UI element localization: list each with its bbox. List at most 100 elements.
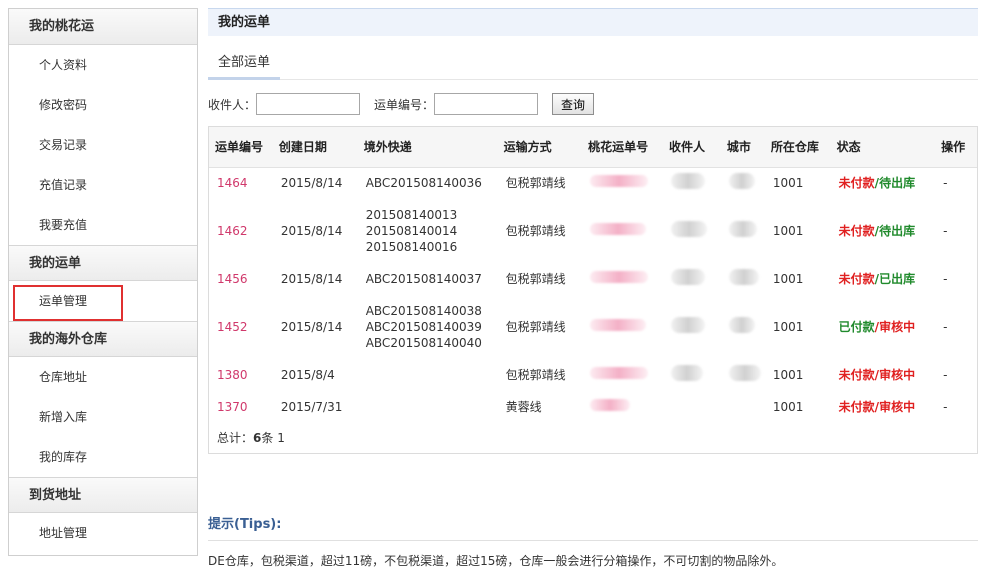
divider [208,540,978,541]
action: - [943,400,948,414]
table-header-row: 运单编号 创建日期 境外快递 运输方式 桃花运单号 收件人 城市 所在仓库 状态… [209,127,977,168]
taohua-order-no-redacted [582,391,663,423]
receiver-input[interactable] [256,93,361,115]
order-no-label: 运单编号： [374,97,435,112]
tips-text: DE仓库，包税渠道，超过11磅，不包税渠道，超过15磅，仓库一般会进行分箱操作，… [208,554,784,568]
overseas-express: ABC201508140038 ABC201508140039 ABC2015081… [365,304,482,350]
created-date: 2015/8/4 [280,368,335,382]
warehouse: 1001 [772,176,804,191]
order-id-link[interactable]: 1462 [217,224,248,238]
col-header-shipping-method: 运输方式 [497,127,583,168]
warehouse: 1001 [772,400,804,414]
taohua-order-no-redacted [582,295,663,359]
total-count: 总计：6条 1 [217,431,285,445]
action: - [943,176,948,191]
status-badge: 未付款/已出库 [838,272,916,286]
table-row: 1380 2015/8/4 包税郭靖线 1001 未付款/审核中 - [209,359,977,391]
shipping-method: 包税郭靖线 [505,176,566,191]
col-header-taohua-order-no: 桃花运单号 [582,127,663,168]
sidebar-item-recharge[interactable]: 我要充值 [9,205,197,245]
action: - [943,224,948,238]
shipping-method: 包税郭靖线 [505,272,566,286]
overseas-express [358,359,498,391]
receiver-redacted [663,359,721,391]
sidebar-item-profile[interactable]: 个人资料 [9,45,197,85]
overseas-express: ABC201508140036 [365,176,482,191]
receiver-redacted [663,263,721,295]
order-id-link[interactable]: 1370 [217,400,248,414]
taohua-order-no-redacted [582,359,663,391]
created-date: 2015/8/14 [280,272,343,286]
sidebar-item-new-inbound[interactable]: 新增入库 [9,397,197,437]
sidebar-item-warehouse-address[interactable]: 仓库地址 [9,357,197,397]
city-redacted [721,391,765,423]
sidebar-item-change-password[interactable]: 修改密码 [9,85,197,125]
receiver-redacted [663,167,721,199]
tab-bar: 全部运单 [208,50,978,80]
table-row: 1456 2015/8/14 ABC201508140037 包税郭靖线 100… [209,263,977,295]
action: - [943,368,948,382]
created-date: 2015/8/14 [280,224,343,238]
col-header-created-date: 创建日期 [272,127,358,168]
sidebar-item-my-inventory[interactable]: 我的库存 [9,437,197,477]
table-row: 1462 2015/8/14 201508140013 201508140014 2… [209,199,977,263]
col-header-status: 状态 [830,127,936,168]
col-header-warehouse: 所在仓库 [764,127,831,168]
overseas-express [358,391,498,423]
sidebar-section-overseas-warehouse: 我的海外仓库 [9,321,197,357]
warehouse: 1001 [772,368,804,382]
sidebar-section-my-account: 我的桃花运 [9,9,197,45]
order-id-link[interactable]: 1452 [217,320,248,334]
sidebar-item-recharge-records[interactable]: 充值记录 [9,165,197,205]
created-date: 2015/7/31 [280,400,343,414]
col-header-city: 城市 [720,127,765,168]
taohua-order-no-redacted [582,199,663,263]
sidebar-item-order-management[interactable]: 运单管理 [9,281,197,321]
sidebar: 我的桃花运 个人资料 修改密码 交易记录 充值记录 我要充值 我的运单 运单管理… [8,8,198,556]
receiver-redacted [663,199,721,263]
warehouse: 1001 [772,224,804,238]
orders-table: 运单编号 创建日期 境外快递 运输方式 桃花运单号 收件人 城市 所在仓库 状态… [209,127,977,423]
overseas-express: 201508140013 201508140014 201508140016 [365,208,458,254]
city-redacted [721,167,765,199]
col-header-overseas-express: 境外快递 [357,127,498,168]
status-badge: 未付款/待出库 [838,224,916,238]
status-badge: 已付款/审核中 [838,320,916,334]
city-redacted [721,199,765,263]
table-row: 1452 2015/8/14 ABC201508140038 ABC2015081… [209,295,977,359]
order-no-input[interactable] [434,93,539,115]
created-date: 2015/8/14 [280,176,343,191]
warehouse: 1001 [772,272,804,286]
order-id-link[interactable]: 1464 [217,176,248,190]
order-id-link[interactable]: 1456 [217,272,248,286]
taohua-order-no-redacted [582,263,663,295]
tab-all-orders[interactable]: 全部运单 [208,50,281,80]
sidebar-item-order-management-label: 运单管理 [39,294,88,308]
status-badge: 未付款/待出库 [838,176,916,191]
col-header-order-no: 运单编号 [209,127,273,168]
col-header-receiver: 收件人 [663,127,721,168]
city-redacted [721,295,765,359]
query-button[interactable]: 查询 [552,93,595,115]
sidebar-item-address-management[interactable]: 地址管理 [9,513,197,553]
city-redacted [721,263,765,295]
col-header-action: 操作 [935,127,977,168]
warehouse: 1001 [772,320,804,334]
overseas-express: ABC201508140037 [365,272,482,286]
status-badge: 未付款/审核中 [838,368,916,382]
shipping-method: 黄蓉线 [505,400,542,414]
sidebar-section-delivery-address: 到货地址 [9,477,197,513]
receiver-redacted [663,391,721,423]
taohua-order-no-redacted [582,167,663,199]
orders-table-panel: 运单编号 创建日期 境外快递 运输方式 桃花运单号 收件人 城市 所在仓库 状态… [208,126,978,454]
search-bar: 收件人： 运单编号： 查询 [208,92,978,116]
shipping-method: 包税郭靖线 [505,368,566,382]
sidebar-item-transactions[interactable]: 交易记录 [9,125,197,165]
shipping-method: 包税郭靖线 [505,224,566,238]
page-title: 我的运单 [208,8,978,36]
action: - [943,320,948,334]
order-id-link[interactable]: 1380 [217,368,248,382]
receiver-label: 收件人： [208,97,257,112]
sidebar-section-my-orders: 我的运单 [9,245,197,281]
shipping-method: 包税郭靖线 [505,320,566,334]
